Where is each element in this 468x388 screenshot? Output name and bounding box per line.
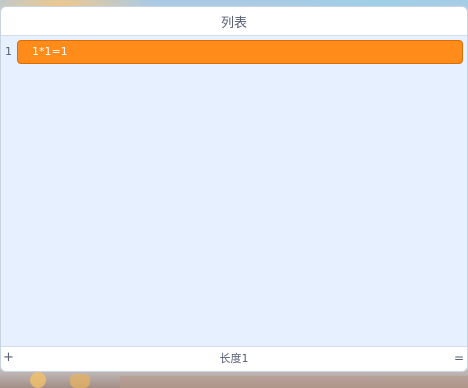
stage-sprite-blur (30, 372, 46, 388)
stage-sprite-blur (70, 374, 90, 388)
list-item-value[interactable]: 1*1=1 (17, 40, 463, 64)
list-item-index: 1 (5, 45, 12, 58)
resize-handle[interactable]: = (454, 347, 464, 371)
list-item: 1 1*1=1 (1, 40, 467, 64)
list-footer: + 长度1 = (1, 346, 467, 371)
list-title: 列表 (1, 7, 467, 36)
list-length-label: 长度1 (219, 352, 249, 365)
stage-floor (120, 376, 468, 388)
list-body[interactable]: 1 1*1=1 (1, 36, 467, 346)
list-monitor: 列表 1 1*1=1 + 长度1 = (0, 6, 468, 372)
